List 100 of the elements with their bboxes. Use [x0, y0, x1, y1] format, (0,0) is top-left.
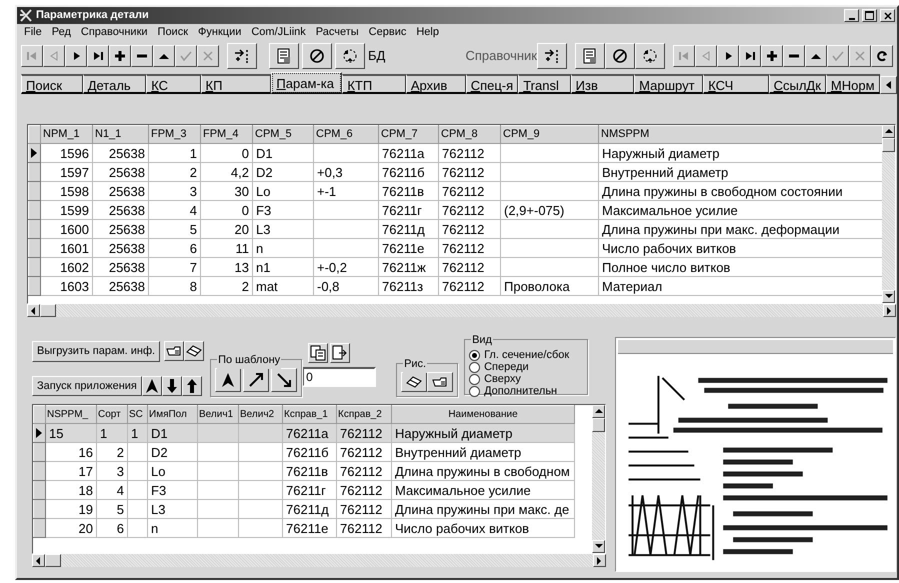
menu-item[interactable]: Ред — [46, 24, 76, 40]
toolbar-button[interactable] — [215, 368, 242, 392]
scroll-arrow-button[interactable] — [27, 304, 40, 317]
toolbar-button[interactable] — [182, 376, 202, 396]
minimize-button[interactable] — [844, 9, 859, 22]
column-header[interactable]: N1_1 — [92, 126, 148, 144]
toolbar-button[interactable] — [271, 368, 298, 392]
radio-option[interactable]: Дополнительн — [469, 385, 584, 397]
column-header[interactable]: CPM_9 — [500, 126, 598, 144]
toolbar-button[interactable] — [783, 45, 805, 67]
toolbar-button[interactable] — [269, 43, 299, 69]
scroll-arrow-button[interactable] — [593, 554, 606, 567]
tab[interactable]: Архив — [406, 74, 466, 94]
scroll-thumb[interactable] — [45, 554, 61, 567]
scroll-arrow-button[interactable] — [882, 290, 895, 303]
menu-item[interactable]: Com/JLiink — [246, 24, 311, 40]
toolbar-button[interactable] — [65, 45, 87, 67]
menu-item[interactable]: File — [19, 24, 47, 40]
column-header[interactable]: Сорт — [96, 406, 128, 424]
toolbar-button[interactable] — [717, 45, 739, 67]
toolbar-button[interactable] — [243, 368, 270, 392]
toolbar-button[interactable] — [401, 372, 428, 392]
column-header[interactable]: NPM_1 — [40, 126, 92, 144]
scroll-thumb[interactable] — [882, 138, 895, 152]
toolbar-button[interactable] — [871, 45, 893, 67]
toolbar-button[interactable] — [109, 45, 131, 67]
toolbar-button[interactable] — [739, 45, 761, 67]
toolbar-button[interactable] — [605, 43, 635, 69]
column-header[interactable]: Наименование — [392, 406, 574, 424]
tab[interactable]: КТП — [342, 74, 406, 94]
column-header[interactable]: FPM_3 — [148, 126, 200, 144]
menu-item[interactable]: Функции — [193, 24, 246, 40]
menu-item[interactable]: Сервис — [364, 24, 412, 40]
number-field[interactable]: 0 — [302, 367, 376, 387]
scrollbar[interactable] — [882, 125, 895, 303]
menu-item[interactable]: Поиск — [152, 24, 194, 40]
column-header[interactable]: Ксправ_1 — [282, 406, 336, 424]
toolbar-button[interactable] — [330, 343, 350, 363]
radio-option[interactable]: Гл. сечение/сбок — [469, 349, 584, 361]
toolbar-button[interactable] — [575, 43, 605, 69]
toolbar-button[interactable] — [142, 376, 162, 396]
export-button[interactable]: Выгрузить парам. инф. — [32, 341, 160, 362]
toolbar-button[interactable] — [131, 45, 153, 67]
column-header[interactable]: FPM_4 — [200, 126, 252, 144]
column-header[interactable]: NSPPM_ — [46, 406, 96, 424]
toolbar-button[interactable] — [537, 43, 567, 69]
scroll-thumb[interactable] — [40, 304, 56, 317]
column-header[interactable]: Ксправ_2 — [336, 406, 392, 424]
tab[interactable]: Парам-ка — [271, 72, 342, 94]
tab-scroll-button[interactable] — [880, 76, 897, 94]
column-header[interactable]: Велич1 — [198, 406, 238, 424]
column-header[interactable]: CPM_7 — [378, 126, 438, 144]
tab[interactable]: Поиск — [21, 74, 83, 94]
scrollbar[interactable] — [592, 405, 605, 553]
menu-item[interactable]: Расчеты — [310, 24, 364, 40]
column-header[interactable]: NMSPPM — [598, 126, 882, 144]
tab[interactable]: Transl — [518, 74, 571, 94]
tab[interactable]: СсылДк — [768, 74, 826, 94]
scroll-arrow-button[interactable] — [592, 540, 605, 553]
scrollbar[interactable] — [27, 304, 896, 317]
radio-option[interactable]: Сверху — [469, 373, 584, 385]
tab[interactable]: Изв — [570, 74, 634, 94]
toolbar-button[interactable] — [227, 43, 257, 69]
tab[interactable]: Маршрут — [634, 74, 704, 94]
menu-item[interactable]: Help — [411, 24, 444, 40]
scroll-arrow-button[interactable] — [32, 554, 45, 567]
column-header[interactable]: CPM_8 — [438, 126, 500, 144]
scroll-arrow-button[interactable] — [592, 405, 605, 418]
toolbar-button[interactable] — [335, 43, 365, 69]
maximize-button[interactable] — [862, 9, 877, 22]
toolbar-button[interactable] — [427, 372, 454, 392]
toolbar-button[interactable] — [164, 341, 184, 361]
column-header[interactable]: ИмяПол — [148, 406, 198, 424]
tab[interactable]: Деталь — [82, 74, 146, 94]
tab[interactable]: Спец-я — [466, 74, 518, 94]
column-header[interactable]: CPM_5 — [252, 126, 314, 144]
toolbar-button[interactable] — [87, 45, 109, 67]
scroll-arrow-button[interactable] — [882, 125, 895, 138]
column-header[interactable]: CPM_6 — [314, 126, 378, 144]
toolbar-button[interactable] — [635, 43, 665, 69]
tab[interactable]: КСЧ — [703, 74, 769, 94]
close-button[interactable] — [880, 9, 895, 22]
toolbar-button[interactable] — [302, 43, 332, 69]
menu-item[interactable]: Справочники — [76, 24, 153, 40]
scroll-arrow-button[interactable] — [883, 304, 896, 317]
column-header[interactable]: Велич2 — [238, 406, 282, 424]
radio-option[interactable]: Спереди — [469, 361, 584, 373]
launch-button[interactable]: Запуск приложения — [32, 376, 142, 396]
row-header[interactable] — [34, 424, 46, 442]
tab[interactable]: МНорм — [826, 74, 880, 94]
toolbar-button[interactable] — [184, 341, 204, 361]
row-header[interactable] — [28, 144, 40, 162]
toolbar-button[interactable] — [153, 45, 175, 67]
toolbar-button[interactable] — [162, 376, 182, 396]
toolbar-button[interactable] — [308, 343, 328, 363]
scroll-thumb[interactable] — [592, 418, 605, 432]
toolbar-button[interactable] — [761, 45, 783, 67]
tab[interactable]: КС — [146, 74, 201, 94]
column-header[interactable]: SC — [128, 406, 148, 424]
scrollbar[interactable] — [32, 554, 606, 567]
